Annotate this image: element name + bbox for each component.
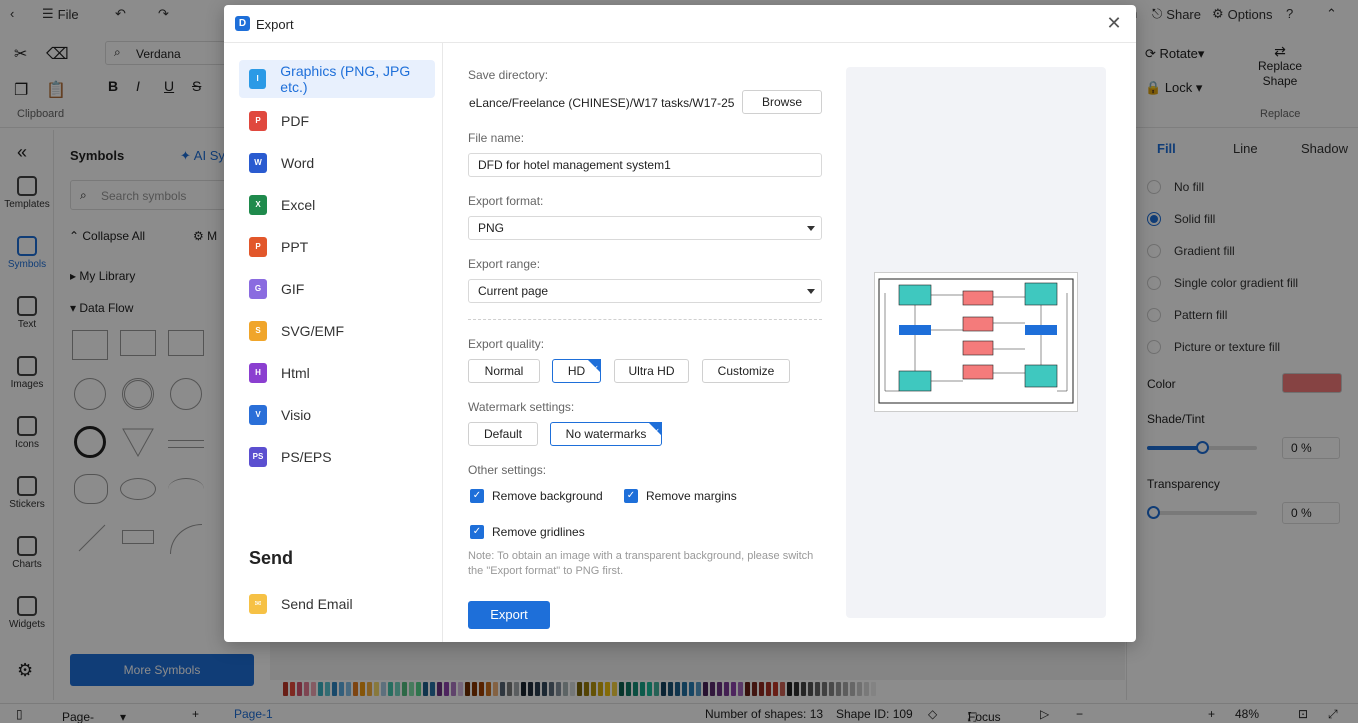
checkbox-checked-icon: ✓	[470, 525, 484, 539]
export-range-value: Current page	[478, 284, 549, 298]
format-icon: H	[249, 363, 267, 383]
export-preview	[846, 67, 1106, 618]
dialog-header: D Export ✕	[224, 5, 1136, 43]
format-icon: PS	[249, 447, 267, 467]
format-label: Word	[281, 155, 315, 171]
format-item-pdf[interactable]: P PDF	[239, 102, 435, 140]
format-icon: S	[249, 321, 267, 341]
format-icon: X	[249, 195, 267, 215]
export-dialog: D Export ✕ I Graphics (PNG, JPG etc.) P PDF…	[224, 5, 1136, 642]
save-directory-value: eLance/Freelance (CHINESE)/W17 tasks/W17…	[469, 96, 735, 110]
browse-button[interactable]: Browse	[742, 90, 822, 114]
format-item-svg-emf[interactable]: S SVG/EMF	[239, 312, 435, 350]
format-label: Visio	[281, 407, 312, 423]
send-title: Send	[249, 548, 294, 568]
format-icon: W	[249, 153, 267, 173]
check-icon: ✓	[653, 427, 660, 436]
other-settings-label: Other settings:	[468, 463, 547, 477]
quality-hd-label: HD	[567, 364, 586, 378]
format-item-word[interactable]: W Word	[239, 144, 435, 182]
format-label: PPT	[281, 239, 309, 255]
send-email-item[interactable]: ✉ Send Email	[239, 585, 435, 623]
no-watermarks-button[interactable]: No watermarks ✓	[550, 422, 662, 446]
chevron-down-icon	[807, 289, 815, 294]
dialog-title: Export	[256, 17, 294, 32]
format-icon: P	[249, 237, 267, 257]
format-icon: V	[249, 405, 267, 425]
no-watermarks-label: No watermarks	[565, 427, 647, 441]
export-format-value: PNG	[478, 221, 505, 235]
remove-background-label: Remove background	[492, 489, 603, 503]
remove-gridlines-label: Remove gridlines	[492, 525, 585, 539]
quality-normal-button[interactable]: Normal	[468, 359, 540, 383]
checkbox-checked-icon: ✓	[624, 489, 638, 503]
app-logo-icon: D	[235, 16, 250, 31]
transparency-note: Note: To obtain an image with a transpar…	[468, 550, 814, 577]
format-icon: I	[249, 69, 267, 89]
format-icon: P	[249, 111, 267, 131]
quality-customize-button[interactable]: Customize	[702, 359, 790, 383]
format-label: Graphics (PNG, JPG etc.)	[280, 63, 411, 95]
watermark-default-button[interactable]: Default	[468, 422, 538, 446]
export-settings: Save directory: eLance/Freelance (CHINES…	[468, 43, 828, 642]
format-label: SVG/EMF	[281, 323, 345, 339]
export-format-label: Export format:	[468, 194, 544, 208]
chevron-down-icon	[807, 226, 815, 231]
remove-margins-checkbox[interactable]: ✓ Remove margins	[624, 489, 737, 503]
quality-ultrahd-button[interactable]: Ultra HD	[614, 359, 689, 383]
remove-margins-label: Remove margins	[646, 489, 737, 503]
format-item-excel[interactable]: X Excel	[239, 186, 435, 224]
format-item-ps-eps[interactable]: PS PS/EPS	[239, 438, 435, 476]
quality-hd-button[interactable]: HD ✓	[552, 359, 601, 383]
divider	[468, 319, 822, 320]
format-label: GIF	[281, 281, 305, 297]
format-icon: G	[249, 279, 267, 299]
export-button[interactable]: Export	[468, 601, 550, 629]
format-item-visio[interactable]: V Visio	[239, 396, 435, 434]
file-name-value: DFD for hotel management system1	[478, 158, 671, 172]
format-item-html[interactable]: H Html	[239, 354, 435, 392]
format-label: PS/EPS	[281, 449, 332, 465]
export-range-label: Export range:	[468, 257, 541, 271]
format-item-gif[interactable]: G GIF	[239, 270, 435, 308]
check-icon: ✓	[592, 364, 599, 373]
send-email-label: Send Email	[281, 596, 353, 612]
watermark-label: Watermark settings:	[468, 400, 575, 414]
email-icon: ✉	[249, 594, 267, 614]
export-range-select[interactable]: Current page	[468, 279, 822, 303]
format-label: PDF	[281, 113, 309, 129]
format-item-ppt[interactable]: P PPT	[239, 228, 435, 266]
format-label: Excel	[281, 197, 316, 213]
quality-label: Export quality:	[468, 337, 545, 351]
format-sidebar: I Graphics (PNG, JPG etc.) P PDF W Word X Excel…	[224, 43, 443, 642]
checkbox-checked-icon: ✓	[470, 489, 484, 503]
remove-background-checkbox[interactable]: ✓ Remove background	[470, 489, 603, 503]
app-window: ‹ ☰ File ↶ ↷ h ⎋ Share ⚙ Options ? ⌃ ✂ ⌫…	[0, 0, 1358, 723]
export-format-select[interactable]: PNG	[468, 216, 822, 240]
remove-gridlines-checkbox[interactable]: ✓ Remove gridlines	[470, 525, 585, 539]
diagram-preview-thumbnail	[874, 272, 1078, 412]
format-item-graphics-png-jpg-etc[interactable]: I Graphics (PNG, JPG etc.)	[239, 60, 435, 98]
format-label: Html	[281, 365, 310, 381]
file-name-label: File name:	[468, 131, 525, 145]
save-directory-label: Save directory:	[468, 68, 549, 82]
file-name-input[interactable]: DFD for hotel management system1	[468, 153, 822, 177]
close-icon[interactable]: ✕	[1104, 13, 1124, 33]
